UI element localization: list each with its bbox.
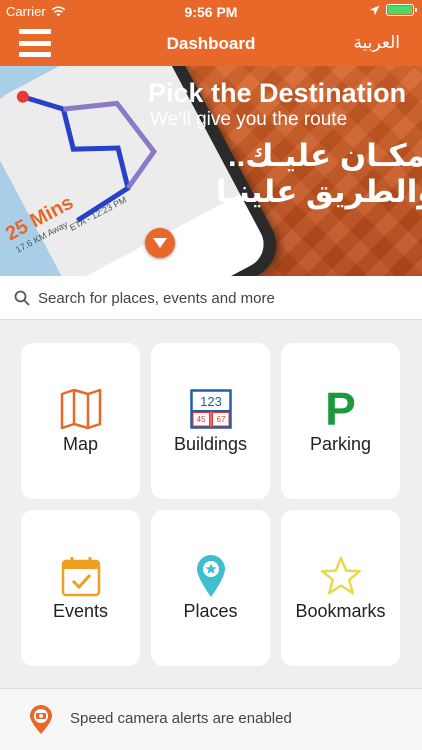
- carousel-dot[interactable]: [200, 254, 207, 261]
- carousel-dot[interactable]: [215, 254, 222, 261]
- tile-icon-wrap: [21, 554, 140, 598]
- status-bar: Carrier 9:56 PM: [0, 0, 422, 22]
- tile-label: Parking: [309, 434, 372, 454]
- tile-icon-wrap: [281, 554, 400, 598]
- star-icon: [320, 556, 361, 595]
- tile-icon-wrap: P: [281, 383, 400, 435]
- tile-label: Events: [52, 601, 109, 621]
- tile-label: Buildings: [173, 434, 248, 454]
- banner-arabic-line1: المكـان عليـك..: [228, 138, 422, 173]
- search-icon: [14, 290, 30, 306]
- language-toggle-button[interactable]: العربية: [354, 33, 400, 53]
- tile-icon-wrap: [21, 387, 140, 431]
- buildings-icon: 123 45 67: [189, 389, 232, 429]
- search-bar[interactable]: [0, 276, 422, 320]
- banner-arabic-line2: والطريق علينـا: [216, 174, 422, 209]
- tile-label: Bookmarks: [295, 601, 386, 621]
- buildings-icon-number: 45: [196, 415, 205, 424]
- banner-subline: We’ll give you the route: [150, 109, 348, 130]
- promo-banner[interactable]: 25 Mins 17.6 KM Away ETA - 12:23 PM Pick…: [0, 66, 422, 276]
- tile-events[interactable]: Events: [21, 510, 140, 666]
- location-arrow-icon: [369, 5, 380, 15]
- parking-icon: P: [325, 383, 356, 435]
- tile-bookmarks[interactable]: Bookmarks: [281, 510, 400, 666]
- tile-buildings[interactable]: 123 45 67 Buildings: [151, 343, 270, 499]
- tile-label: Places: [183, 601, 238, 621]
- carousel-indicator: [0, 254, 422, 261]
- battery-icon: [386, 4, 417, 16]
- tile-icon-wrap: [151, 554, 270, 598]
- header: Carrier 9:56 PM Dashboard العربية: [0, 0, 422, 66]
- tile-icon-wrap: 123 45 67: [151, 387, 270, 431]
- place-pin-icon: [196, 555, 225, 597]
- buildings-icon-number: 67: [216, 415, 225, 424]
- tile-places[interactable]: Places: [151, 510, 270, 666]
- banner-headline: Pick the Destination: [148, 78, 407, 108]
- navbar: Dashboard العربية: [0, 22, 422, 66]
- tile-parking[interactable]: P Parking: [281, 343, 400, 499]
- map-icon: [60, 388, 101, 430]
- speed-camera-icon: [30, 705, 52, 734]
- tile-label: Map: [62, 434, 98, 454]
- speed-camera-alert-text: Speed camera alerts are enabled: [70, 710, 292, 727]
- calendar-check-icon: [61, 557, 100, 597]
- buildings-icon-number: 123: [200, 394, 222, 409]
- status-time: 9:56 PM: [184, 4, 238, 20]
- search-input[interactable]: [38, 285, 408, 311]
- speed-camera-status[interactable]: Speed camera alerts are enabled: [0, 688, 422, 750]
- tile-map[interactable]: Map: [21, 343, 140, 499]
